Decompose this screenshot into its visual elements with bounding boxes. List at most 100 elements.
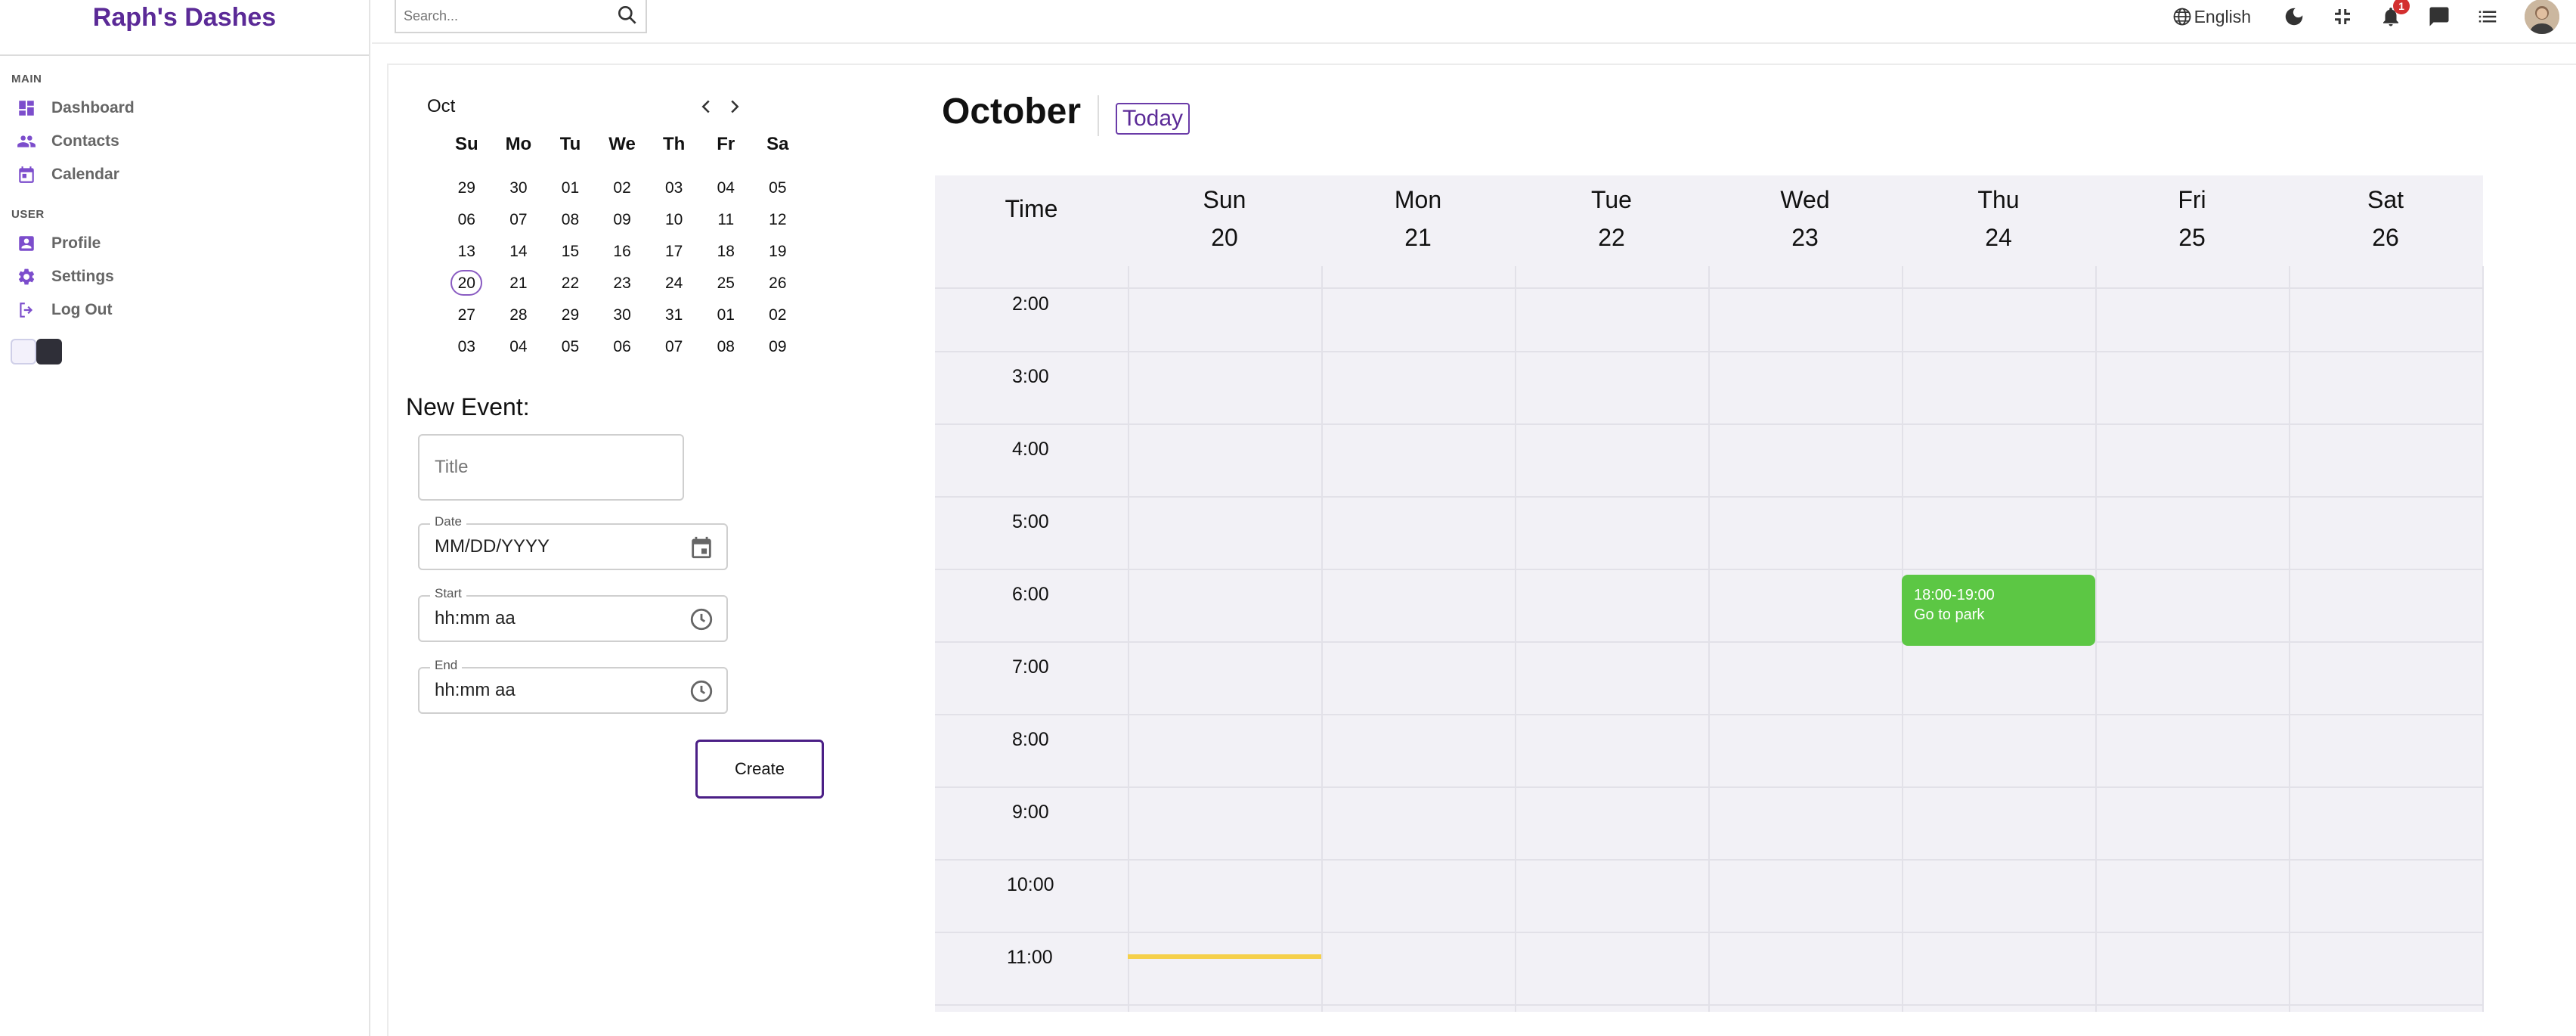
day-name: Wed (1780, 186, 1830, 213)
chevron-left-icon[interactable] (695, 95, 717, 118)
sidebar-item-logout[interactable]: Log Out (0, 293, 369, 327)
list-icon[interactable] (2476, 5, 2499, 28)
hour-label: 11:00 (1007, 947, 1053, 968)
chevron-right-icon[interactable] (723, 95, 746, 118)
topbar-actions: English 1 (2172, 0, 2559, 34)
mini-calendar-day[interactable]: 07 (493, 204, 545, 236)
mini-calendar-day[interactable]: 01 (544, 172, 596, 204)
mini-calendar-day-label: 29 (457, 179, 475, 197)
mini-calendar-day[interactable]: 11 (700, 204, 752, 236)
mini-calendar-day[interactable]: 02 (752, 299, 804, 331)
mini-calendar-day[interactable]: 08 (700, 331, 752, 363)
clock-icon[interactable] (689, 606, 714, 632)
event-start-field[interactable]: Start hh:mm aa (418, 586, 728, 642)
mini-calendar-day[interactable]: 22 (544, 268, 596, 299)
mini-calendar-day[interactable]: 09 (596, 204, 649, 236)
mini-calendar-day[interactable]: 28 (493, 299, 545, 331)
search-input[interactable] (396, 8, 600, 24)
mini-calendar-day[interactable]: 02 (596, 172, 649, 204)
mini-calendar-day-label: 30 (613, 306, 631, 324)
notification-badge: 1 (2393, 0, 2410, 14)
mini-calendar-day[interactable]: 07 (648, 331, 700, 363)
mini-calendar-day-label: 28 (509, 306, 528, 324)
mini-calendar-day[interactable]: 19 (752, 236, 804, 268)
event-date-field[interactable]: Date MM/DD/YYYY (418, 514, 728, 570)
mini-calendar-day-label: 03 (457, 338, 475, 355)
mini-calendar-day[interactable]: 24 (648, 268, 700, 299)
language-selector[interactable]: English (2172, 6, 2251, 27)
mini-calendar-day[interactable]: 26 (752, 268, 804, 299)
mini-calendar-day[interactable]: 30 (596, 299, 649, 331)
sidebar-item-dashboard[interactable]: Dashboard (0, 92, 369, 125)
mini-calendar-weekday: Su (454, 134, 478, 154)
mini-calendar-day-label: 01 (717, 306, 735, 324)
mini-calendar-day[interactable]: 16 (596, 236, 649, 268)
event-title: Go to park (1914, 606, 1985, 623)
mini-calendar-day-label: 09 (613, 211, 631, 228)
mini-calendar-day[interactable]: 09 (752, 331, 804, 363)
mini-calendar-day[interactable]: 17 (648, 236, 700, 268)
day-date: 22 (1598, 224, 1625, 251)
mini-calendar-day-label: 11 (717, 211, 735, 228)
mini-calendar-day-label: 16 (613, 243, 631, 260)
mini-calendar-day[interactable]: 31 (648, 299, 700, 331)
mini-calendar-day-label: 17 (664, 243, 683, 260)
mini-calendar-day[interactable]: 29 (441, 172, 493, 204)
mini-calendar-day[interactable]: 27 (441, 299, 493, 331)
calendar-month-title: October (942, 92, 1082, 132)
mini-calendar-day[interactable]: 13 (441, 236, 493, 268)
mini-calendar-day-label: 29 (561, 306, 580, 324)
event-title-input[interactable]: Title (418, 434, 684, 501)
mini-calendar-day[interactable]: 04 (700, 172, 752, 204)
hour-row-divider (935, 641, 2483, 643)
mini-calendar-day[interactable]: 03 (648, 172, 700, 204)
mini-calendar-day[interactable]: 14 (493, 236, 545, 268)
mini-calendar-day[interactable]: 08 (544, 204, 596, 236)
hour-label: 2:00 (1012, 293, 1049, 315)
mini-calendar-day[interactable]: 10 (648, 204, 700, 236)
mini-calendar-day[interactable]: 06 (596, 331, 649, 363)
event-end-field[interactable]: End hh:mm aa (418, 658, 728, 714)
mini-calendar-day[interactable]: 06 (441, 204, 493, 236)
mini-calendar-day[interactable]: 20 (441, 268, 493, 299)
calendar-event[interactable]: 18:00-19:00 Go to park (1902, 575, 2095, 646)
search-box (395, 0, 647, 33)
sidebar-item-settings[interactable]: Settings (0, 260, 369, 293)
moon-icon[interactable] (2283, 5, 2305, 28)
mini-calendar-day[interactable]: 03 (441, 331, 493, 363)
dashboard-icon (19, 101, 34, 116)
mini-calendar-day[interactable]: 01 (700, 299, 752, 331)
light-theme-swatch[interactable] (11, 339, 36, 364)
today-button[interactable]: Today (1116, 103, 1190, 135)
create-event-button[interactable]: Create (695, 740, 824, 799)
time-column-header: Time (1005, 195, 1058, 222)
mini-calendar-day[interactable]: 15 (544, 236, 596, 268)
exit-fullscreen-icon[interactable] (2331, 5, 2354, 28)
globe-icon (2173, 8, 2191, 26)
mini-calendar-day[interactable]: 05 (544, 331, 596, 363)
mini-calendar-day[interactable]: 23 (596, 268, 649, 299)
people-icon (17, 135, 36, 147)
mini-calendar-day[interactable]: 21 (493, 268, 545, 299)
mini-calendar-day[interactable]: 30 (493, 172, 545, 204)
mini-calendar-day[interactable]: 25 (700, 268, 752, 299)
mini-calendar-day[interactable]: 29 (544, 299, 596, 331)
sidebar-item-profile[interactable]: Profile (0, 227, 369, 260)
mini-calendar-day[interactable]: 04 (493, 331, 545, 363)
sidebar-item-contacts[interactable]: Contacts (0, 125, 369, 158)
clock-icon[interactable] (689, 678, 714, 704)
brand-title[interactable]: Raph's Dashes (0, 0, 369, 56)
calendar-picker-icon[interactable] (689, 535, 714, 560)
mini-calendar-day[interactable]: 18 (700, 236, 752, 268)
mini-calendar-day-label: 05 (561, 338, 580, 355)
mini-calendar-day-label: 14 (509, 243, 528, 260)
mini-calendar-day-label: 13 (457, 243, 475, 260)
avatar[interactable] (2525, 0, 2559, 34)
mini-calendar-day[interactable]: 12 (752, 204, 804, 236)
sidebar-item-calendar[interactable]: Calendar (0, 158, 369, 191)
search-icon[interactable] (615, 3, 639, 27)
dark-theme-swatch[interactable] (36, 339, 62, 364)
mini-calendar-day[interactable]: 05 (752, 172, 804, 204)
notifications-button[interactable]: 1 (2379, 0, 2410, 28)
chat-icon[interactable] (2428, 5, 2451, 28)
